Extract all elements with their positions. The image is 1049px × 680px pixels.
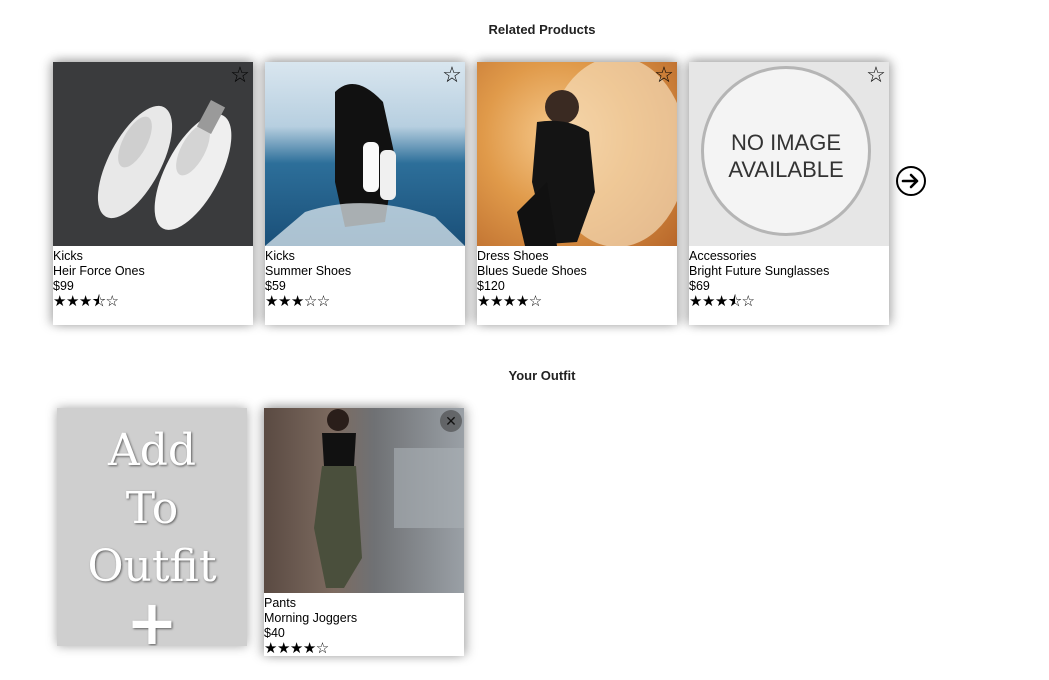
- product-price: $99: [53, 279, 74, 293]
- next-arrow-button[interactable]: [896, 166, 926, 196]
- favorite-star-icon[interactable]: ☆: [865, 64, 887, 86]
- star-rating: ★★★☆☆: [265, 293, 330, 310]
- related-products-title: Related Products: [488, 22, 596, 37]
- product-category: Pants: [264, 596, 296, 610]
- product-name: Heir Force Ones: [53, 264, 145, 278]
- man-fur-image: [517, 62, 677, 246]
- star-rating: ★★★⯪☆: [53, 293, 119, 310]
- product-category: Kicks: [53, 249, 83, 263]
- product-card[interactable]: NO IMAGE AVAILABLE ☆ Accessories Bright …: [689, 62, 889, 325]
- product-name: Summer Shoes: [265, 264, 352, 278]
- plus-icon: +: [126, 586, 178, 647]
- add-to-outfit-button[interactable]: Add To Outfit +: [57, 408, 247, 646]
- no-image-text: AVAILABLE: [728, 157, 844, 182]
- no-image-text: NO IMAGE: [730, 130, 841, 155]
- product-price: $120: [477, 279, 505, 293]
- star-rating: ★★★★☆: [477, 293, 542, 310]
- add-to-outfit-label: Add: [107, 425, 197, 476]
- product-price: $59: [265, 279, 286, 293]
- add-to-outfit-label: To: [125, 483, 179, 534]
- star-rating: ★★★★☆: [264, 640, 329, 657]
- product-name: Bright Future Sunglasses: [689, 264, 830, 278]
- product-price: $69: [689, 279, 710, 293]
- favorite-star-icon[interactable]: ☆: [229, 64, 251, 86]
- product-card[interactable]: ☆ Dress Shoes Blues Suede Shoes $120 ★★★…: [477, 62, 677, 325]
- no-image-circle: NO IMAGE AVAILABLE: [701, 66, 871, 236]
- product-name: Morning Joggers: [264, 611, 358, 625]
- joggers-image: [314, 409, 464, 588]
- product-info: Kicks Heir Force Ones $99 ★★★⯪☆: [53, 249, 253, 310]
- product-category: Dress Shoes: [477, 249, 549, 263]
- your-outfit-title: Your Outfit: [508, 368, 576, 383]
- product-info: Accessories Bright Future Sunglasses $69…: [689, 249, 889, 310]
- person-water-image: [265, 84, 465, 246]
- product-info: Pants Morning Joggers $40 ★★★★☆: [264, 596, 464, 656]
- favorite-star-icon[interactable]: ☆: [653, 64, 675, 86]
- product-info: Kicks Summer Shoes $59 ★★★☆☆: [265, 249, 465, 310]
- star-rating: ★★★⯪☆: [689, 293, 755, 310]
- arrow-right-icon: [901, 173, 919, 189]
- product-image[interactable]: [477, 62, 677, 246]
- product-image[interactable]: [264, 408, 464, 593]
- product-info: Dress Shoes Blues Suede Shoes $120 ★★★★☆: [477, 249, 677, 310]
- product-card[interactable]: ☆ Kicks Summer Shoes $59 ★★★☆☆: [265, 62, 465, 325]
- sneakers-image: [97, 100, 232, 230]
- product-card[interactable]: ☆ Kicks Heir Force Ones $99 ★★★⯪☆: [53, 62, 253, 325]
- product-image[interactable]: NO IMAGE AVAILABLE: [689, 62, 889, 246]
- product-image[interactable]: [265, 62, 465, 246]
- favorite-star-icon[interactable]: ☆: [441, 64, 463, 86]
- product-price: $40: [264, 626, 285, 640]
- product-category: Kicks: [265, 249, 295, 263]
- outfit-card[interactable]: ✕ Pants Morning Joggers $40 ★★★★☆: [264, 408, 464, 656]
- product-name: Blues Suede Shoes: [477, 264, 587, 278]
- product-image[interactable]: [53, 62, 253, 246]
- remove-icon[interactable]: ✕: [440, 410, 462, 432]
- product-category: Accessories: [689, 249, 757, 263]
